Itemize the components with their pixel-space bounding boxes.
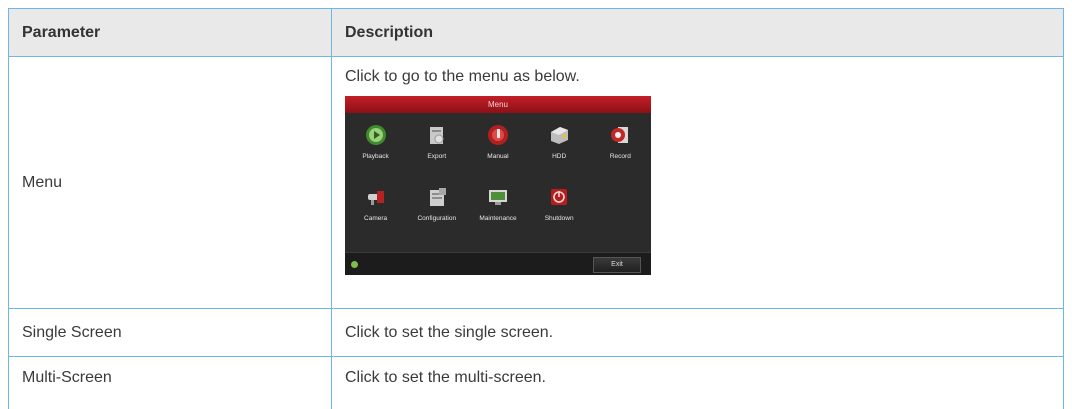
- status-indicator-icon: [351, 261, 358, 268]
- table-header-row: Parameter Description: [9, 9, 1064, 57]
- menu-footer: Exit: [345, 252, 651, 275]
- desc-cell: Click to go to the menu as below. Menu P…: [332, 57, 1064, 309]
- shutdown-icon: [548, 186, 570, 208]
- maintenance-icon: [487, 186, 509, 208]
- desc-cell: Click to set the multi-screen.: [332, 357, 1064, 409]
- camera-icon: [365, 186, 387, 208]
- table-row: Multi-Screen Click to set the multi-scre…: [9, 357, 1064, 409]
- record-icon: [609, 124, 631, 146]
- menu-tile-label: Maintenance: [479, 215, 516, 222]
- menu-tile-shutdown[interactable]: Shutdown: [529, 180, 590, 236]
- menu-screenshot: Menu Playback: [345, 96, 651, 275]
- desc-cell: Click to set the single screen.: [332, 309, 1064, 357]
- menu-tile-label: Export: [427, 153, 446, 160]
- menu-tile-label: Record: [610, 153, 631, 160]
- menu-title: Menu: [345, 96, 651, 113]
- menu-tile-playback[interactable]: Playback: [345, 118, 406, 174]
- menu-tile-record[interactable]: Record: [590, 118, 651, 174]
- header-parameter: Parameter: [9, 9, 332, 57]
- manual-icon: [487, 124, 509, 146]
- menu-tile-label: Camera: [364, 215, 387, 222]
- param-cell: Menu: [9, 57, 332, 309]
- param-cell: Single Screen: [9, 309, 332, 357]
- hdd-icon: [548, 124, 570, 146]
- menu-tile-configuration[interactable]: Configuration: [406, 180, 467, 236]
- menu-tile-label: Manual: [487, 153, 508, 160]
- desc-text: Click to go to the menu as below.: [345, 68, 1050, 86]
- header-description: Description: [332, 9, 1064, 57]
- playback-icon: [365, 124, 387, 146]
- menu-tile-manual[interactable]: Manual: [467, 118, 528, 174]
- menu-tile-label: Shutdown: [545, 215, 574, 222]
- menu-grid: Playback Export: [345, 118, 651, 236]
- param-cell: Multi-Screen: [9, 357, 332, 409]
- table-row: Menu Click to go to the menu as below. M…: [9, 57, 1064, 309]
- exit-button[interactable]: Exit: [593, 257, 641, 273]
- menu-tile-label: Configuration: [417, 215, 456, 222]
- menu-tile-hdd[interactable]: HDD: [529, 118, 590, 174]
- configuration-icon: [426, 186, 448, 208]
- menu-tile-label: Playback: [362, 153, 388, 160]
- table-row: Single Screen Click to set the single sc…: [9, 309, 1064, 357]
- menu-tile-camera[interactable]: Camera: [345, 180, 406, 236]
- menu-tile-export[interactable]: Export: [406, 118, 467, 174]
- menu-tile-maintenance[interactable]: Maintenance: [467, 180, 528, 236]
- export-icon: [426, 124, 448, 146]
- parameter-table: Parameter Description Menu Click to go t…: [8, 8, 1064, 409]
- menu-tile-label: HDD: [552, 153, 566, 160]
